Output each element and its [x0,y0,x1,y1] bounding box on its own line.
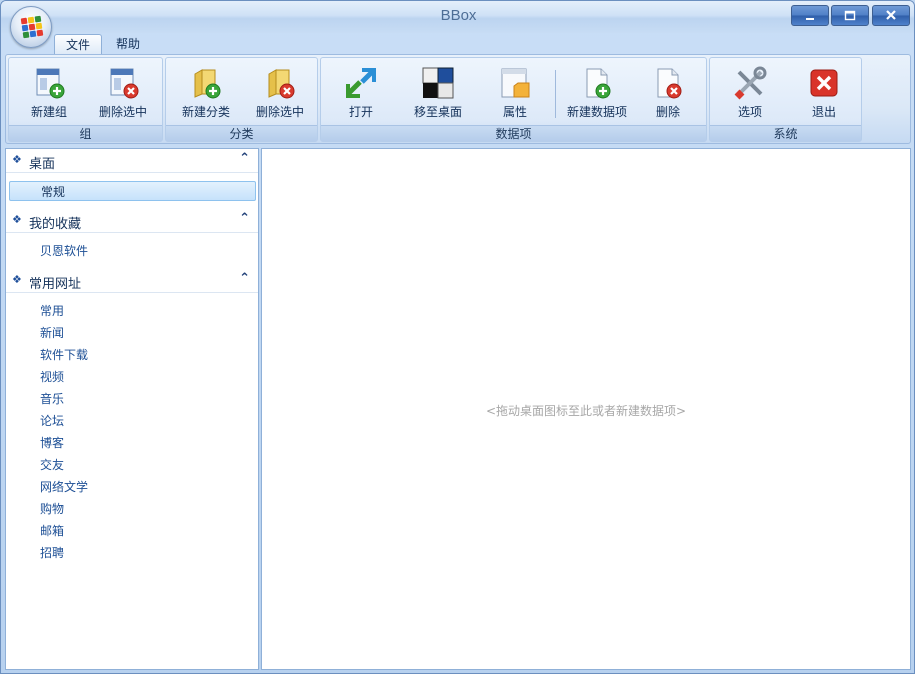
sidebar: ❖ 桌面 ⌃ 常规 ❖ 我的收藏 ⌃ 贝恩软件 ❖ 常用网址 ⌃ 常用 新闻 软… [5,148,259,670]
app-cube-logo-icon [20,15,44,39]
group-label-data-items: 数据项 [321,125,706,141]
options-button[interactable]: 选项 [714,62,786,124]
sidebar-section-common-urls[interactable]: ❖ 常用网址 ⌃ [6,269,258,293]
delete-category-button[interactable]: 删除选中 [244,62,316,124]
empty-state-hint: <拖动桌面图标至此或者新建数据项> [485,404,687,418]
new-category-label: 新建分类 [181,105,230,119]
group-label-category: 分类 [166,125,317,141]
delete-category-label: 删除选中 [255,105,304,119]
diamond-bullet-icon: ❖ [12,213,22,226]
group-label-system: 系统 [710,125,861,141]
delete-item-icon [657,68,682,99]
move-to-desktop-button[interactable]: 移至桌面 [399,62,477,124]
move-to-desktop-label: 移至桌面 [413,105,462,119]
ribbon: 新建组 删除选中 组 新建分类 删除选中 分类 打开 移至桌面 属性 新建数据项… [5,54,911,144]
options-label: 选项 [737,105,762,119]
close-button[interactable] [872,5,910,26]
app-menu-orb-button[interactable] [10,6,52,48]
new-item-icon [586,68,611,99]
new-group-button[interactable]: 新建组 [13,62,85,124]
minimize-icon [806,18,814,20]
list-item[interactable]: 软件下载 [9,345,256,365]
sidebar-item-bayne-software[interactable]: 贝恩软件 [9,241,256,261]
ribbon-group-category: 新建分类 删除选中 分类 [165,57,318,142]
properties-icon [501,68,530,98]
properties-button[interactable]: 属性 [479,62,551,124]
delete-category-folder-icon [268,69,295,99]
diamond-bullet-icon: ❖ [12,273,22,286]
tab-help[interactable]: 帮助 [105,34,151,55]
ribbon-separator [555,70,556,118]
move-to-desktop-icon [422,67,454,99]
app-window: BBox 文件 帮助 新建组 删除选中 组 新建分类 删除选中 分类 打开 移至… [0,0,915,674]
maximize-icon [844,10,856,21]
close-icon [886,10,896,20]
new-group-label: 新建组 [30,105,67,119]
data-items-view[interactable]: <拖动桌面图标至此或者新建数据项> [261,148,911,670]
section-title: 我的收藏 [29,217,82,232]
delete-group-icon [110,68,139,99]
new-item-button[interactable]: 新建数据项 [561,62,633,124]
collapse-chevron-up-icon[interactable]: ⌃ [239,151,250,166]
list-item[interactable]: 新闻 [9,323,256,343]
new-group-icon [36,68,65,99]
delete-item-label: 删除 [655,105,680,119]
list-item[interactable]: 邮箱 [9,521,256,541]
exit-button[interactable]: 退出 [788,62,860,124]
open-button[interactable]: 打开 [325,62,397,124]
section-title: 常用网址 [29,277,82,292]
maximize-button[interactable] [831,5,869,26]
section-title: 桌面 [29,157,56,172]
collapse-chevron-up-icon[interactable]: ⌃ [239,271,250,286]
list-item[interactable]: 交友 [9,455,256,475]
list-item[interactable]: 常用 [9,301,256,321]
list-item[interactable]: 博客 [9,433,256,453]
menu-bar: 文件 帮助 [1,33,914,55]
sidebar-section-favorites[interactable]: ❖ 我的收藏 ⌃ [6,209,258,233]
list-item[interactable]: 论坛 [9,411,256,431]
new-item-label: 新建数据项 [566,105,627,119]
list-item[interactable]: 招聘 [9,543,256,563]
ribbon-group-group: 新建组 删除选中 组 [8,57,163,142]
properties-label: 属性 [502,105,527,119]
delete-group-button[interactable]: 删除选中 [87,62,159,124]
delete-group-label: 删除选中 [98,105,147,119]
tab-file[interactable]: 文件 [54,34,103,55]
list-item[interactable]: 网络文学 [9,477,256,497]
exit-label: 退出 [811,105,836,119]
delete-item-button[interactable]: 删除 [635,62,701,124]
ribbon-group-system: 选项 退出 系统 [709,57,862,142]
list-item[interactable]: 音乐 [9,389,256,409]
minimize-button[interactable] [791,5,829,26]
list-item[interactable]: 视频 [9,367,256,387]
ribbon-group-data-items: 打开 移至桌面 属性 新建数据项 删除 数据项 [320,57,707,142]
options-tools-icon [734,66,767,100]
group-label-group: 组 [9,125,162,141]
exit-icon [810,69,838,97]
list-item[interactable]: 购物 [9,499,256,519]
diamond-bullet-icon: ❖ [12,153,22,166]
new-category-button[interactable]: 新建分类 [170,62,242,124]
sidebar-item-general[interactable]: 常规 [9,181,256,201]
open-label: 打开 [348,105,373,119]
title-bar[interactable]: BBox [1,1,914,33]
new-category-folder-icon [194,69,221,99]
open-arrows-icon [346,68,376,98]
window-title: BBox [440,7,477,24]
sidebar-section-desktop[interactable]: ❖ 桌面 ⌃ [6,149,258,173]
collapse-chevron-up-icon[interactable]: ⌃ [239,211,250,226]
